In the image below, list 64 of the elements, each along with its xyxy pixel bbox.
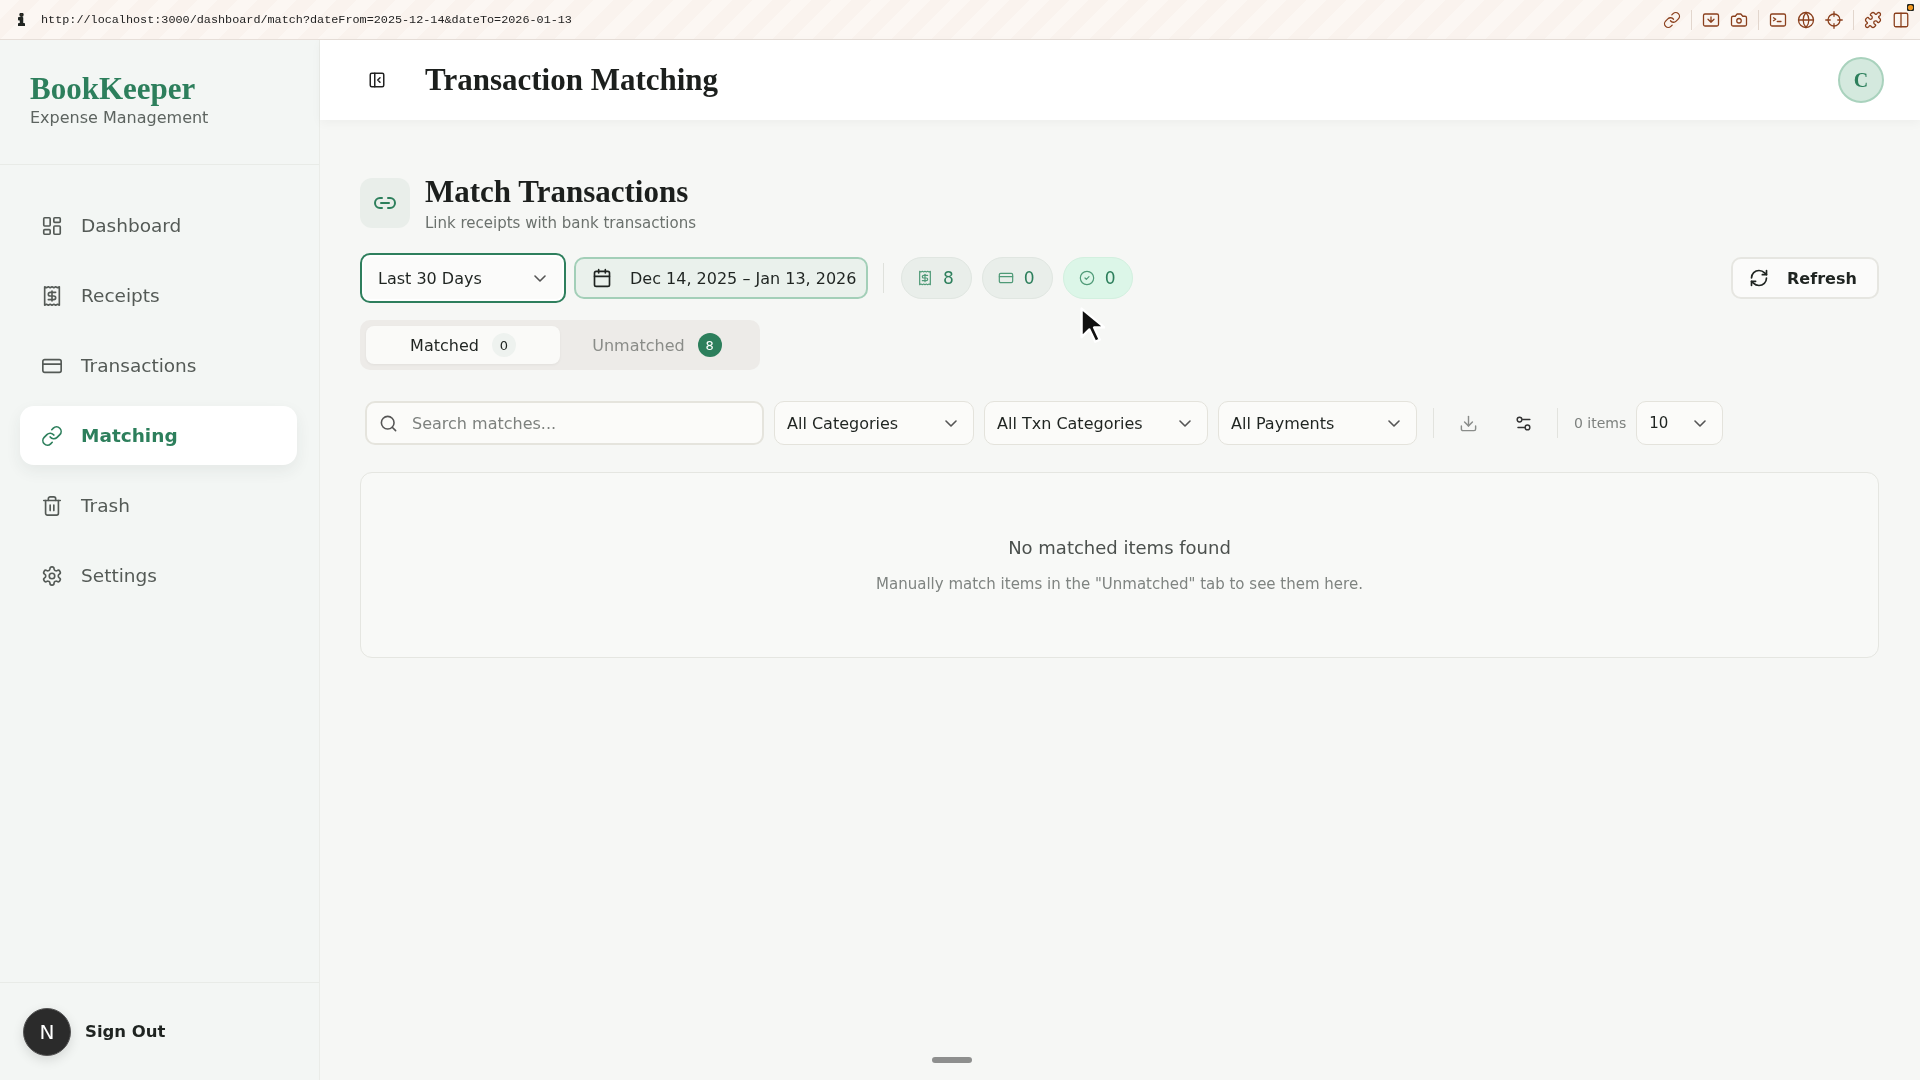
chevron-down-icon [534, 274, 546, 282]
date-range-dropdown[interactable]: Last 30 Days [360, 253, 566, 303]
terminal-icon[interactable] [1769, 10, 1787, 29]
tab[interactable]: Unmatched 8 [560, 326, 754, 364]
url-text[interactable]: http://localhost:3000/dashboard/match?dateFrom=2025-12-14&dateTo=2026-01-13 [41, 12, 572, 27]
count-pill[interactable]: 0 [1062, 257, 1134, 299]
refresh-button[interactable]: Refresh [1731, 257, 1879, 299]
empty-state-message: Manually match items in the "Unmatched" tab to see them here. [876, 574, 1363, 595]
panel-left-icon [368, 71, 386, 89]
page-title: Match Transactions [425, 174, 689, 210]
nav-item[interactable]: Receipts [20, 266, 297, 325]
item-count: 0 items [1574, 415, 1627, 431]
info-icon[interactable] [18, 13, 25, 26]
check-circle-icon [1078, 270, 1095, 286]
trash-icon [41, 494, 63, 517]
search-icon [379, 413, 398, 433]
chevron-down-icon [1694, 419, 1707, 427]
puzzle-icon[interactable] [1864, 10, 1882, 29]
link-icon [41, 424, 63, 447]
count-pill[interactable]: 8 [901, 257, 972, 299]
drag-handle[interactable] [932, 1057, 972, 1063]
link-icon[interactable] [1663, 10, 1681, 29]
header-title: Transaction Matching [425, 62, 719, 98]
refresh-icon [1749, 268, 1769, 288]
calendar-icon [592, 268, 612, 288]
filter-dropdown[interactable]: All Txn Categories [984, 401, 1208, 445]
app-logo-text: BookKeeper [30, 70, 196, 107]
nav-item[interactable]: Matching [20, 406, 297, 465]
camera-icon[interactable] [1730, 10, 1748, 29]
count-badge: 0 [491, 333, 516, 357]
split-view-icon[interactable] [1892, 10, 1910, 29]
download-icon [1458, 413, 1478, 433]
receipt-icon [917, 270, 933, 286]
link-icon [360, 178, 410, 228]
sliders-icon [1513, 413, 1533, 433]
settings-icon [41, 564, 63, 587]
nav-item[interactable]: Trash [20, 476, 297, 535]
dashboard-icon [41, 214, 63, 237]
tab[interactable]: Matched 0 [366, 326, 560, 364]
user-avatar[interactable]: N [23, 1007, 71, 1056]
crosshair-icon[interactable] [1825, 10, 1843, 29]
filter-dropdown[interactable]: All Categories [774, 401, 974, 445]
app-tagline: Expense Management [30, 107, 209, 129]
count-badge: 8 [697, 333, 722, 357]
globe-icon[interactable] [1797, 10, 1815, 29]
inbox-download-icon[interactable] [1702, 10, 1720, 29]
account-avatar[interactable]: C [1838, 57, 1884, 103]
credit-card-icon [997, 270, 1014, 286]
page-subtitle: Link receipts with bank transactions [425, 213, 696, 233]
nav-item[interactable]: Settings [20, 546, 297, 605]
empty-state-title: No matched items found [1008, 536, 1231, 560]
sign-out-button[interactable]: Sign Out [85, 1022, 166, 1041]
filter-dropdown[interactable]: All Payments [1218, 401, 1417, 445]
search-field[interactable]: Search matches... [365, 401, 764, 445]
page-size-dropdown[interactable]: 10 [1636, 401, 1724, 445]
date-picker-button[interactable]: Dec 14, 2025 – Jan 13, 2026 [574, 257, 868, 299]
count-pill[interactable]: 0 [981, 257, 1053, 299]
chevron-down-icon [1179, 419, 1191, 427]
mouse-cursor-icon [1079, 306, 1105, 345]
nav-item[interactable]: Transactions [20, 336, 297, 395]
chevron-down-icon [1388, 419, 1400, 427]
nav-item[interactable]: Dashboard [20, 196, 297, 255]
receipt-icon [41, 284, 63, 307]
chevron-down-icon [945, 419, 957, 427]
